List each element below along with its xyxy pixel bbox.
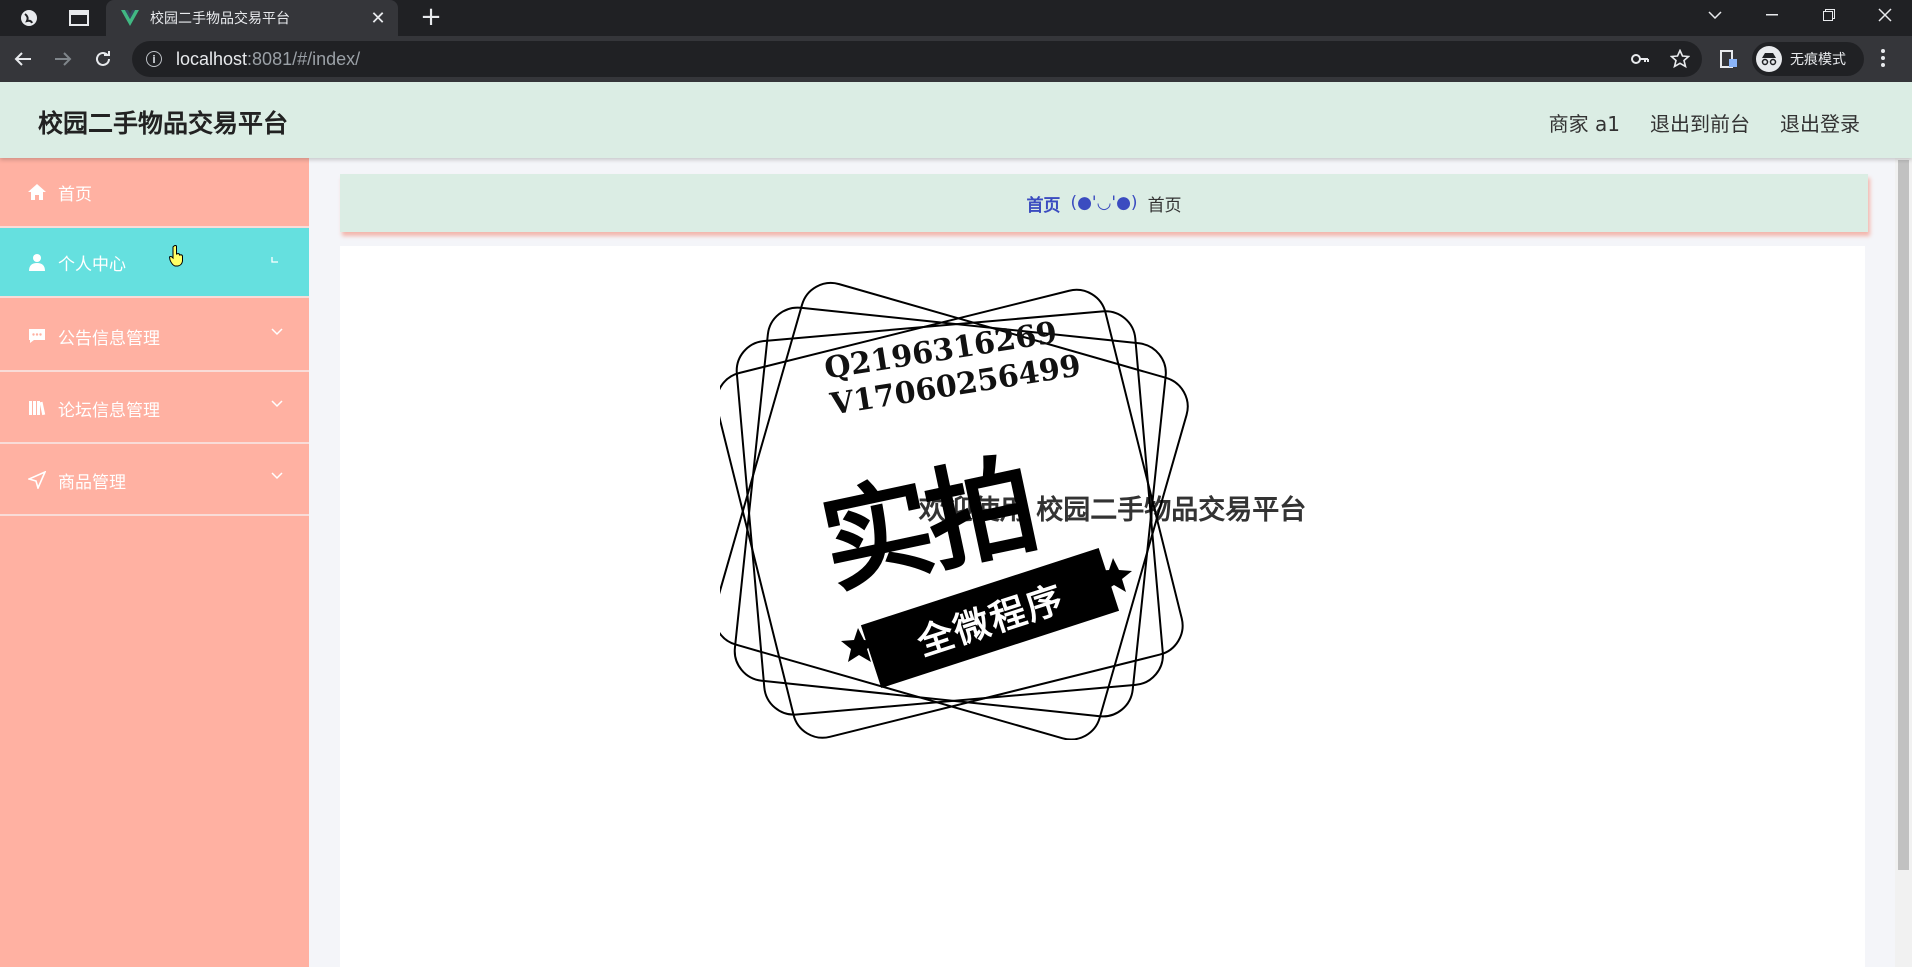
books-icon [26, 397, 48, 419]
incognito-indicator[interactable]: 无痕模式 [1752, 42, 1864, 76]
site-info-icon[interactable]: i [146, 51, 162, 67]
send-icon [26, 469, 48, 491]
new-tab-button[interactable]: + [416, 2, 446, 32]
chevron-down-icon [271, 324, 283, 340]
home-icon [26, 181, 48, 203]
sidebar-item-forum[interactable]: 论坛信息管理 [0, 374, 309, 444]
reload-icon[interactable] [88, 44, 118, 74]
sidebar-item-label: 公告信息管理 [58, 328, 160, 349]
url-text: localhost:8081/#/index/ [176, 49, 360, 70]
browser-tab[interactable]: 校园二手物品交易平台 ✕ [106, 0, 398, 36]
chevron-down-icon [271, 396, 283, 412]
forward-icon[interactable] [48, 44, 78, 74]
tab-close-icon[interactable]: ✕ [364, 8, 392, 29]
address-bar[interactable]: i localhost:8081/#/index/ [132, 41, 1702, 77]
tab-search-icon[interactable] [64, 4, 94, 32]
breadcrumb-home-link[interactable]: 首页 [1026, 191, 1060, 216]
browser-menu-icon[interactable] [1880, 48, 1886, 68]
breadcrumb-emoticon: (●'◡'●) [1070, 193, 1138, 213]
restore-icon[interactable] [1806, 0, 1852, 30]
browser-toolbar: i localhost:8081/#/index/ 无痕模式 [0, 36, 1912, 82]
url-path: :8081/#/index/ [247, 48, 361, 69]
close-window-icon[interactable] [1862, 0, 1908, 30]
hand-cursor-icon [169, 245, 183, 267]
chevron-down-icon [271, 468, 283, 484]
app-title: 校园二手物品交易平台 [38, 109, 289, 138]
sidebar: 首页 个人中心 公告信息管理 论坛信息管理 商品管理 [0, 158, 309, 967]
current-user: 商家 a1 [1548, 112, 1620, 136]
breadcrumb-current: 首页 [1147, 195, 1182, 216]
chat-icon [26, 325, 48, 347]
key-icon[interactable] [1630, 49, 1650, 69]
sidebar-item-label: 首页 [58, 184, 92, 205]
sidebar-item-products[interactable]: 商品管理 [0, 446, 309, 516]
sidebar-item-profile[interactable]: 个人中心 [0, 228, 309, 298]
incognito-icon [1756, 46, 1782, 72]
watermark-stamp: Q2196316269 V17060256499 实拍 全微程序 [720, 280, 1190, 740]
minimize-icon[interactable] [1749, 0, 1795, 30]
app-header: 校园二手物品交易平台 商家 a1 退出到前台 退出登录 [0, 82, 1912, 158]
back-icon[interactable] [8, 44, 38, 74]
back-to-front-link[interactable]: 退出到前台 [1650, 108, 1750, 137]
url-host: localhost [176, 48, 248, 69]
sidebar-item-label: 论坛信息管理 [58, 400, 160, 421]
chevron-up-icon [271, 252, 283, 268]
sidebar-item-label: 商品管理 [58, 472, 126, 493]
tab-list-chevron-icon[interactable] [1692, 0, 1738, 30]
user-icon [26, 251, 48, 273]
globe-icon[interactable] [14, 4, 44, 32]
header-links: 商家 a1 退出到前台 退出登录 [1549, 108, 1860, 137]
sidebar-item-home[interactable]: 首页 [0, 158, 309, 228]
sidebar-item-label: 个人中心 [58, 254, 126, 275]
sidebar-item-announcements[interactable]: 公告信息管理 [0, 302, 309, 372]
bookmark-star-icon[interactable] [1670, 49, 1690, 69]
tab-title: 校园二手物品交易平台 [150, 11, 290, 27]
vue-logo-icon [121, 10, 139, 26]
logout-link[interactable]: 退出登录 [1780, 108, 1860, 137]
scrollbar-thumb[interactable] [1898, 160, 1909, 870]
breadcrumb: 首页 (●'◡'●) 首页 [340, 174, 1868, 232]
incognito-label: 无痕模式 [1790, 52, 1846, 68]
browser-tab-bar: 校园二手物品交易平台 ✕ + [0, 0, 1912, 36]
extensions-icon[interactable] [1720, 50, 1738, 68]
omnibox-actions [1630, 49, 1690, 69]
